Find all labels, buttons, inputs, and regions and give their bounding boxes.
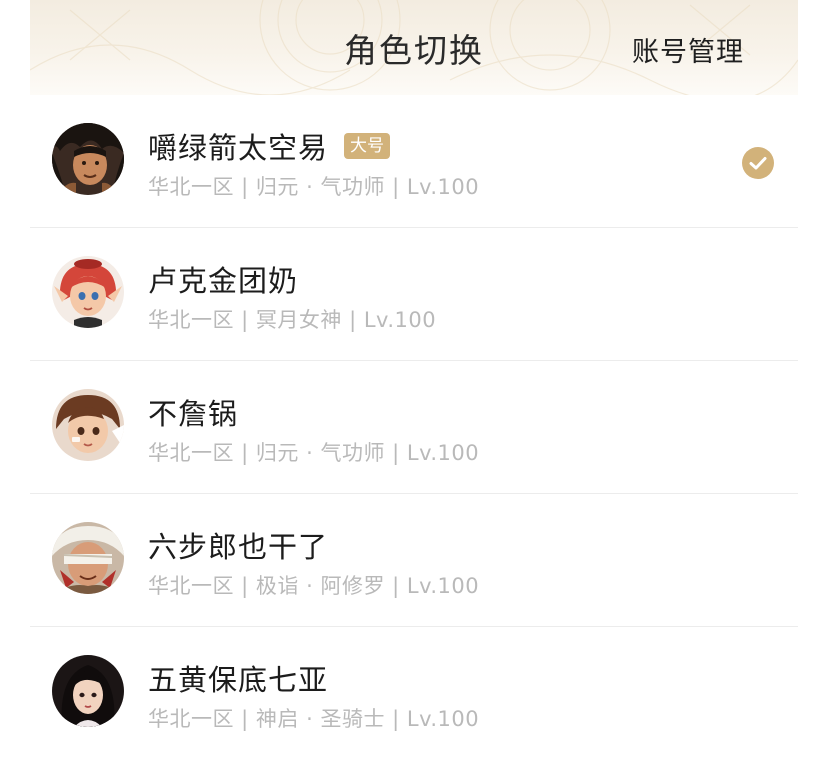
account-management-button[interactable]: 账号管理 [632,30,744,69]
character-row[interactable]: 嚼绿箭太空易 大号 华北一区 | 归元 · 气功师 | Lv.100 [30,95,798,228]
character-row[interactable]: 卢克金团奶 华北一区 | 冥月女神 | Lv.100 [30,228,798,361]
character-info: 华北一区 | 极诣 · 阿修罗 | Lv.100 [148,574,480,598]
role-switch-sheet: 角色切换 账号管理 嚼绿箭太空易 大号 华北一区 | 归元 · 气功师 | Lv… [30,0,798,773]
character-info: 华北一区 | 神启 · 圣骑士 | Lv.100 [148,707,480,731]
name-line: 嚼绿箭太空易 大号 [148,125,391,167]
character-name: 卢克金团奶 [148,264,299,298]
character-info: 华北一区 | 归元 · 气功师 | Lv.100 [148,441,480,465]
character-name: 不詹锅 [148,397,239,431]
dark-hair-woman-avatar [52,655,124,727]
character-row[interactable]: 六步郎也干了 华北一区 | 极诣 · 阿修罗 | Lv.100 [30,494,798,627]
name-line: 六步郎也干了 [148,524,328,566]
male-fighter-avatar [52,123,124,195]
selected-check-icon [742,147,774,179]
character-name: 五黄保底七亚 [148,663,329,697]
blindfold-swordsman-avatar [52,522,124,594]
character-info: 华北一区 | 归元 · 气功师 | Lv.100 [148,175,480,199]
character-name: 嚼绿箭太空易 [148,131,329,165]
red-hair-girl-avatar [52,256,124,328]
main-account-badge: 大号 [344,133,391,159]
character-list: 嚼绿箭太空易 大号 华北一区 | 归元 · 气功师 | Lv.100 卢克金团奶… [30,95,798,759]
character-name: 六步郎也干了 [148,530,329,564]
name-line: 不詹锅 [148,391,238,433]
character-row[interactable]: 不詹锅 华北一区 | 归元 · 气功师 | Lv.100 [30,361,798,494]
header: 角色切换 账号管理 [30,0,798,95]
brown-hair-girl-avatar [52,389,124,461]
name-line: 卢克金团奶 [148,258,298,300]
character-row[interactable]: 五黄保底七亚 华北一区 | 神启 · 圣骑士 | Lv.100 [30,627,798,759]
character-info: 华北一区 | 冥月女神 | Lv.100 [148,308,437,332]
name-line: 五黄保底七亚 [148,657,328,699]
